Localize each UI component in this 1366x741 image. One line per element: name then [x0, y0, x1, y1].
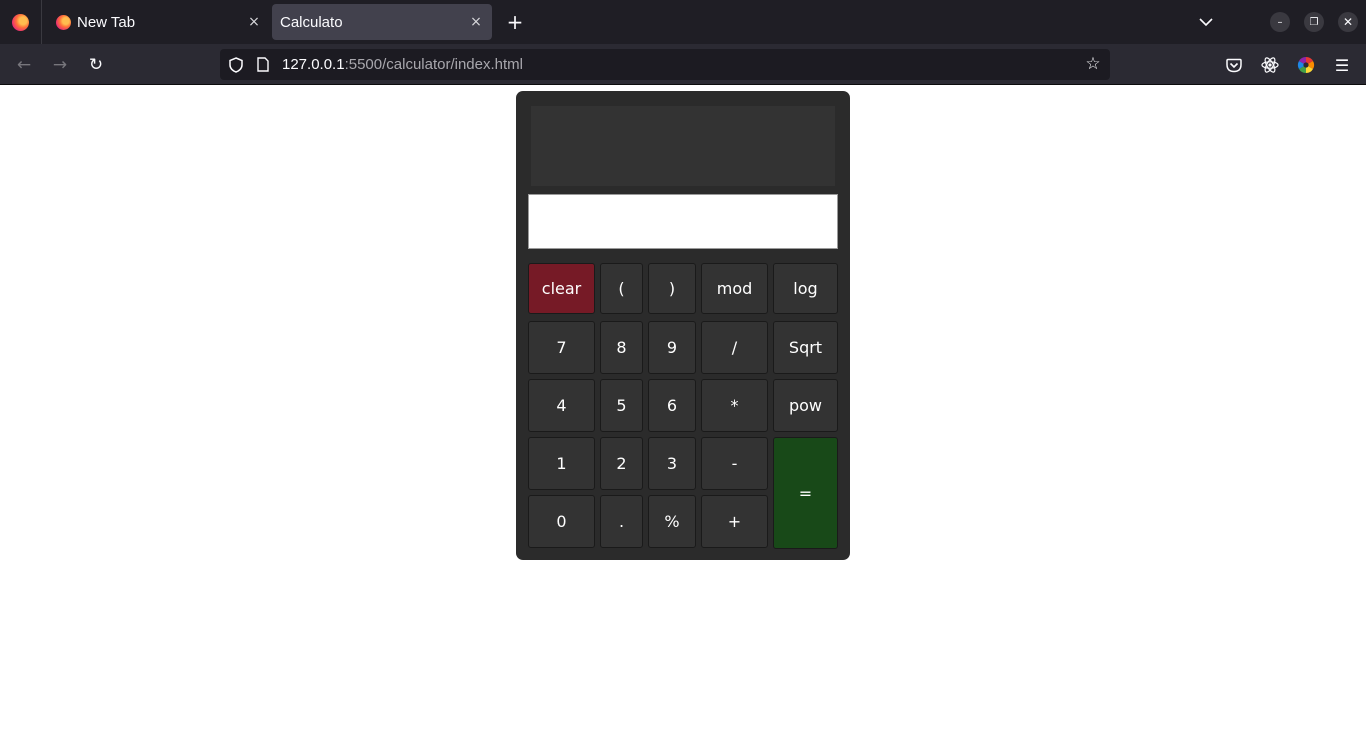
maximize-button[interactable]: ❐ — [1304, 12, 1324, 32]
left-paren-button[interactable]: ( — [600, 263, 643, 314]
digit-9-button[interactable]: 9 — [648, 321, 696, 374]
digit-5-button[interactable]: 5 — [600, 379, 643, 432]
sqrt-button[interactable]: Sqrt — [773, 321, 838, 374]
shield-icon[interactable] — [228, 56, 244, 73]
chevron-down-icon — [1199, 17, 1213, 26]
list-all-tabs-button[interactable] — [1194, 10, 1218, 34]
mod-button[interactable]: mod — [701, 263, 768, 314]
page-icon[interactable] — [256, 57, 270, 73]
firefox-favicon-icon — [56, 14, 71, 30]
url-path: :5500/calculator/index.html — [344, 56, 523, 73]
multiply-button[interactable]: * — [701, 379, 768, 432]
pow-button[interactable]: pow — [773, 379, 838, 432]
digit-7-button[interactable]: 7 — [528, 321, 595, 374]
bookmark-star-icon[interactable]: ☆ — [1084, 54, 1102, 74]
close-tab-icon[interactable]: × — [242, 10, 266, 34]
digit-0-button[interactable]: 0 — [528, 495, 595, 548]
forward-button[interactable]: → — [47, 52, 73, 78]
url-host: 127.0.0.1 — [282, 56, 345, 73]
pocket-button[interactable] — [1223, 54, 1245, 76]
clear-button[interactable]: clear — [528, 263, 595, 314]
tab-title: Calculato — [280, 13, 343, 31]
navigation-bar: ← → ↻ 127.0.0.1:5500/calculator/index.ht… — [0, 44, 1366, 85]
calculator: clear ( ) mod log 7 8 9 / Sqrt 4 5 6 * p… — [516, 91, 850, 560]
tab-bar: New Tab × Calculato × + – ❐ ✕ — [0, 0, 1366, 44]
tab-new-tab[interactable]: New Tab × — [44, 4, 270, 40]
percent-button[interactable]: % — [648, 495, 696, 548]
digit-8-button[interactable]: 8 — [600, 321, 643, 374]
divide-button[interactable]: / — [701, 321, 768, 374]
react-devtools-icon — [1261, 57, 1279, 73]
tab-title: New Tab — [77, 13, 136, 31]
tab-calculator[interactable]: Calculato × — [272, 4, 492, 40]
right-paren-button[interactable]: ) — [648, 263, 696, 314]
digit-2-button[interactable]: 2 — [600, 437, 643, 490]
digit-3-button[interactable]: 3 — [648, 437, 696, 490]
shield-icon-svg — [229, 56, 243, 73]
expression-input[interactable] — [528, 194, 838, 249]
firefox-view-button[interactable] — [0, 0, 42, 44]
new-tab-button[interactable]: + — [502, 8, 528, 36]
color-wheel-icon — [1297, 56, 1315, 74]
reload-button[interactable]: ↻ — [83, 52, 109, 78]
url-text[interactable]: 127.0.0.1:5500/calculator/index.html — [282, 56, 523, 73]
back-button[interactable]: ← — [11, 52, 37, 78]
minus-button[interactable]: - — [701, 437, 768, 490]
log-button[interactable]: log — [773, 263, 838, 314]
minimize-button[interactable]: – — [1270, 12, 1290, 32]
decimal-point-button[interactable]: . — [600, 495, 643, 548]
close-tab-icon[interactable]: × — [464, 10, 488, 34]
close-window-button[interactable]: ✕ — [1338, 12, 1358, 32]
app-menu-button[interactable]: ☰ — [1331, 54, 1353, 76]
firefox-icon — [12, 13, 29, 31]
digit-4-button[interactable]: 4 — [528, 379, 595, 432]
digit-1-button[interactable]: 1 — [528, 437, 595, 490]
address-bar[interactable]: 127.0.0.1:5500/calculator/index.html ☆ — [220, 49, 1110, 80]
color-picker-button[interactable] — [1295, 54, 1317, 76]
extension-button[interactable] — [1259, 54, 1281, 76]
equals-button[interactable]: = — [773, 437, 838, 549]
result-display — [531, 106, 835, 186]
digit-6-button[interactable]: 6 — [648, 379, 696, 432]
plus-button[interactable]: + — [701, 495, 768, 548]
pocket-icon — [1226, 58, 1242, 72]
page-icon-svg — [257, 57, 269, 72]
